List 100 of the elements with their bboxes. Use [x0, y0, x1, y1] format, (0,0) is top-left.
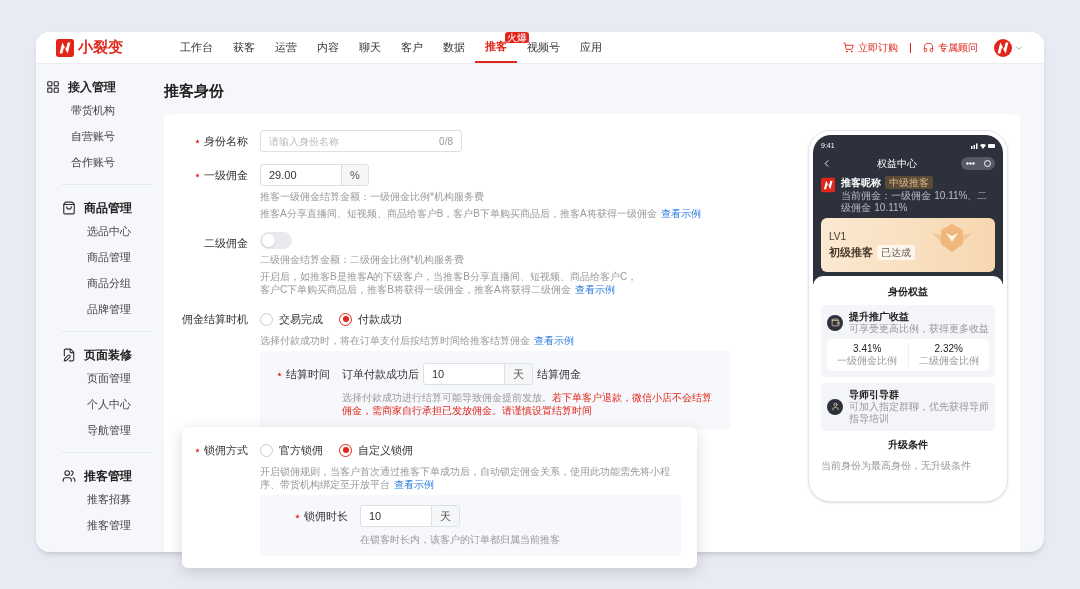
required-asterisk-icon: [295, 513, 300, 519]
brand-name: 小裂变: [78, 37, 123, 58]
hot-badge: 火爆: [505, 32, 529, 43]
help-text: 选择付款成功时，将在订单支付后按结算时间给推客结算佣金 查看示例: [260, 334, 575, 347]
nav-tab[interactable]: 运营: [265, 32, 307, 63]
more-dots-icon: [965, 161, 975, 165]
help-text: 推客A分享直播间、短视频、商品给客户B，客户B下单购买商品后，推客A将获得一级佣金 查看示例: [260, 207, 701, 220]
logo-icon: [994, 38, 1012, 57]
edit-document-icon: [62, 348, 76, 362]
char-counter: 0/8: [439, 134, 453, 149]
sidebar-group-title: 接入管理: [68, 79, 116, 96]
stat-value: 3.41%: [853, 342, 882, 355]
sidebar-item[interactable]: 推客招募: [87, 487, 152, 513]
capsule-menu[interactable]: [961, 156, 995, 170]
field-label: 佣金结算时机: [182, 311, 248, 327]
field-label: 结算时间: [286, 366, 330, 382]
help-text: 推客一级佣金结算金额：一级佣金比例*机构服务费: [260, 190, 485, 203]
nickname: 推客昵称: [841, 175, 882, 190]
benefit-icon: [827, 314, 843, 331]
example-link[interactable]: 查看示例: [394, 479, 434, 490]
status-icons-icon: [971, 143, 995, 150]
section-title: 身份权益: [888, 284, 928, 299]
bag-icon: [62, 201, 76, 215]
sidebar-item[interactable]: 商品管理: [87, 245, 152, 271]
input-placeholder: 请输入身份名称: [269, 134, 339, 149]
sidebar-item[interactable]: 选品中心: [87, 219, 152, 245]
sidebar-item[interactable]: 合作账号: [71, 150, 152, 176]
level-number: LV1: [829, 229, 848, 244]
number-input[interactable]: 10 天: [360, 505, 460, 527]
phone-title: 权益中心: [876, 156, 917, 171]
benefit-description: 可享受更高比例，获得更多收益: [849, 322, 989, 335]
unit-addon: %: [341, 165, 368, 185]
nav-tab[interactable]: 获客: [223, 32, 265, 63]
number-input[interactable]: 10 天: [423, 363, 533, 385]
nav-tab[interactable]: 聊天: [349, 32, 391, 63]
logo-icon: [56, 38, 74, 57]
sidebar-item[interactable]: 品牌管理: [87, 297, 152, 323]
required-asterisk-icon: [195, 447, 200, 453]
level-name: 初级推客: [829, 244, 873, 260]
sidebar-group-title: 推客管理: [84, 468, 132, 485]
example-link[interactable]: 查看示例: [534, 335, 574, 346]
stat-label: 一级佣金比例: [837, 354, 898, 367]
benefit-title: 提升推广收益: [849, 310, 910, 322]
number-input[interactable]: 29.00 %: [260, 164, 369, 186]
benefit-description: 可加入指定群聊，优先获得导师指导培训: [849, 400, 989, 425]
sidebar-item[interactable]: 自营账号: [71, 124, 152, 150]
sidebar-item[interactable]: 页面管理: [87, 366, 152, 392]
stat-label: 二级佣金比例: [918, 354, 979, 367]
level-tag: 中级推客: [885, 175, 934, 189]
grid-icon: [46, 80, 60, 94]
sidebar-item[interactable]: 商品分组: [87, 271, 152, 297]
required-asterisk-icon: [277, 371, 282, 377]
sidebar-item[interactable]: 导航管理: [87, 418, 152, 444]
benefit-title: 导师引导群: [849, 388, 900, 401]
sidebar-group-title: 商品管理: [84, 200, 132, 217]
help-text: 在锁客时长内，该客户的订单都归属当前推客: [360, 533, 560, 546]
header-action-link[interactable]: 立即订购: [843, 40, 898, 55]
field-label: 身份名称: [204, 133, 248, 149]
field-label: 锁佣时长: [304, 508, 348, 524]
radio-option[interactable]: 官方锁佣: [260, 441, 323, 459]
page-title: 推客身份: [164, 81, 225, 101]
headset-icon: [923, 42, 934, 53]
help-text: 开启锁佣规则，当客户首次通过推客下单成功后，自动锁定佣金关系，使用此功能需先将小程序、带货机构绑定至开放平台 查看示例: [260, 465, 671, 491]
sidebar-item[interactable]: 个人中心: [87, 392, 152, 418]
required-asterisk-icon: [195, 172, 200, 178]
required-asterisk-icon: [195, 138, 200, 144]
header-action-link[interactable]: 专属顾问: [923, 40, 978, 55]
input-suffix-text: 结算佣金: [537, 366, 581, 382]
upgrade-text: 当前身份为最高身份，无升级条件: [821, 458, 972, 473]
level-status: 已达成: [877, 244, 915, 260]
account-menu[interactable]: [994, 38, 1024, 57]
sidebar-item[interactable]: 带货机构: [71, 98, 152, 124]
people-icon: [62, 469, 76, 483]
unit-addon: 天: [431, 506, 459, 526]
field-label: 二级佣金: [204, 235, 248, 251]
section-title: 升级条件: [888, 437, 928, 452]
warning-text: 选择付款成功进行结算可能导致佣金提前发放。若下单客户退款，微信小店不会结算佣金，需商家自行承担已发放佣金。请谨慎设置结算时间: [342, 391, 713, 417]
nav-tab[interactable]: 应用: [570, 32, 612, 63]
radio-option[interactable]: 付款成功: [339, 310, 402, 328]
radio-option[interactable]: 自定义锁佣: [339, 441, 413, 459]
field-label: 锁佣方式: [204, 442, 248, 458]
help-text: 开启后，如推客B是推客A的下级客户，当推客B分享直播间、短视频、商品给客户C，客户C下单购买商品后，推客B将获得一级佣金，推客A将获得二级佣金 查看示例: [260, 270, 639, 296]
radio-option[interactable]: 交易完成: [260, 310, 323, 328]
input-prefix-text: 订单付款成功后: [342, 366, 419, 382]
field-label: 一级佣金: [204, 167, 248, 183]
sidebar-item[interactable]: 推客管理: [87, 513, 152, 539]
help-text: 二级佣金结算金额：二级佣金比例*机构服务费: [260, 253, 465, 266]
nav-tab[interactable]: 工作台: [170, 32, 223, 63]
benefit-icon: [827, 398, 843, 415]
nav-tab[interactable]: 内容: [307, 32, 349, 63]
sidebar-group-title: 页面装修: [84, 347, 132, 364]
stat-value: 2.32%: [934, 342, 963, 355]
cart-icon: [843, 42, 854, 53]
toggle-switch[interactable]: [260, 232, 292, 249]
nav-tab[interactable]: 数据: [433, 32, 475, 63]
example-link[interactable]: 查看示例: [660, 208, 701, 219]
commission-text: 当前佣金：一级佣金 10.11%、二级佣金 10.11%: [841, 189, 989, 214]
example-link[interactable]: 查看示例: [574, 284, 615, 295]
unit-addon: 天: [504, 364, 532, 384]
nav-tab[interactable]: 客户: [391, 32, 433, 63]
